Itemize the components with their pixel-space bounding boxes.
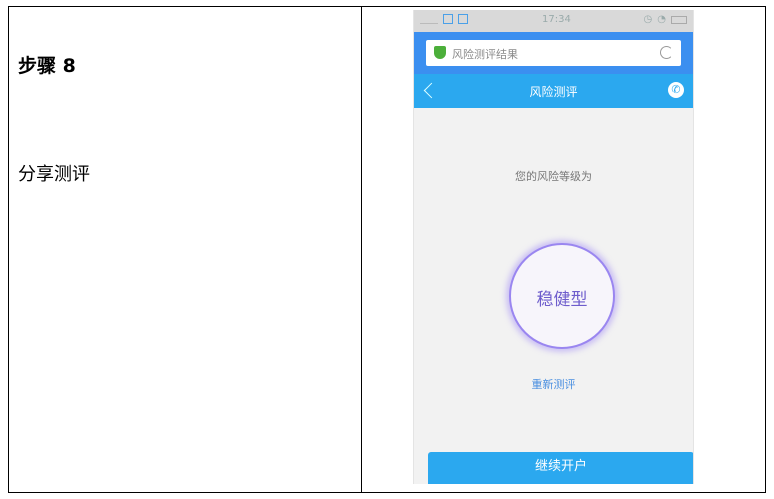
wifi-icon: ◔ [657, 14, 666, 25]
status-time: 17:34 [542, 14, 571, 25]
step-title: 步骤 8 [18, 55, 76, 77]
risk-level-value: 稳健型 [536, 290, 588, 310]
phone-screenshot: 17:34 ◷ ◔ 风险测评结果 风险测评 ✆ 您的风险等级为 稳健型 重新测评… [413, 10, 694, 484]
sim-icon [443, 14, 453, 24]
continue-open-account-button[interactable]: 继续开户 [428, 452, 693, 484]
battery-icon [671, 15, 687, 24]
alarm-icon: ◷ [643, 14, 653, 25]
step-description: 分享测评 [18, 164, 90, 185]
reload-icon[interactable] [660, 46, 673, 59]
shield-check-icon [434, 46, 446, 59]
signal-icon [420, 15, 438, 24]
risk-level-label: 您的风险等级为 [515, 170, 592, 183]
retest-link[interactable]: 重新测评 [414, 376, 693, 392]
phone-icon[interactable]: ✆ [668, 82, 684, 98]
column-divider [361, 7, 362, 492]
url-bar: 风险测评结果 [414, 32, 693, 74]
address-field[interactable]: 风险测评结果 [426, 40, 681, 66]
address-text: 风险测评结果 [452, 48, 518, 61]
app-icon [458, 14, 468, 24]
status-bar: 17:34 ◷ ◔ [414, 10, 693, 32]
nav-title: 风险测评 [529, 85, 578, 99]
risk-level-circle: 稳健型 [509, 243, 615, 349]
nav-bar: 风险测评 ✆ [414, 74, 693, 108]
